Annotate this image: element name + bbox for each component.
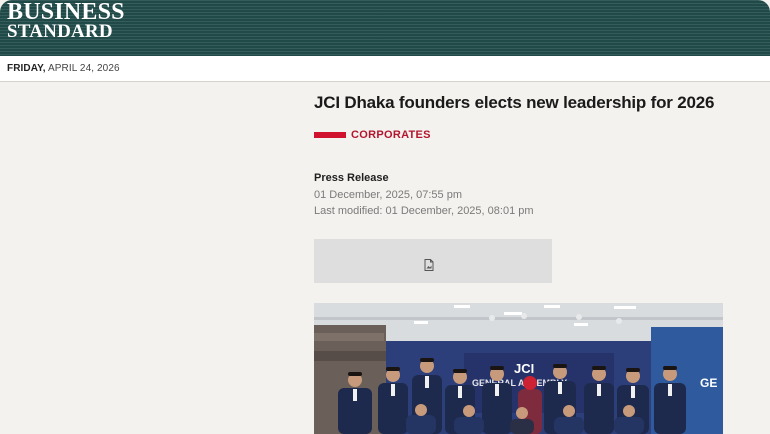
backdrop-logo: JCI: [514, 361, 534, 376]
article-photo[interactable]: JCI GENERAL ASSEMBLY GE: [314, 303, 723, 434]
article-author[interactable]: Press Release: [314, 172, 389, 184]
group-photo-image: JCI GENERAL ASSEMBLY GE: [314, 303, 723, 434]
site-logo[interactable]: BUSINESS STANDARD: [7, 0, 125, 42]
category-marker: [314, 132, 346, 138]
side-banner-text: GE: [700, 376, 717, 390]
page-frame: BUSINESS STANDARD FRIDAY, APRIL 24, 2026…: [0, 0, 770, 434]
article-headline: JCI Dhaka founders elects new leadership…: [314, 93, 715, 112]
current-date: FRIDAY, APRIL 24, 2026: [7, 63, 120, 74]
logo-line1: BUSINESS: [7, 0, 125, 25]
masthead: BUSINESS STANDARD: [0, 0, 770, 56]
modified-time: Last modified: 01 December, 2025, 08:01 …: [314, 205, 534, 217]
document-image-icon: [424, 259, 434, 271]
current-day: FRIDAY,: [7, 63, 46, 74]
published-time: 01 December, 2025, 07:55 pm: [314, 189, 462, 201]
date-bar: FRIDAY, APRIL 24, 2026: [0, 56, 770, 82]
logo-line2: STANDARD: [7, 21, 113, 42]
current-date-text: APRIL 24, 2026: [45, 63, 120, 74]
ad-placeholder[interactable]: [314, 239, 552, 283]
category-link[interactable]: CORPORATES: [351, 129, 431, 141]
